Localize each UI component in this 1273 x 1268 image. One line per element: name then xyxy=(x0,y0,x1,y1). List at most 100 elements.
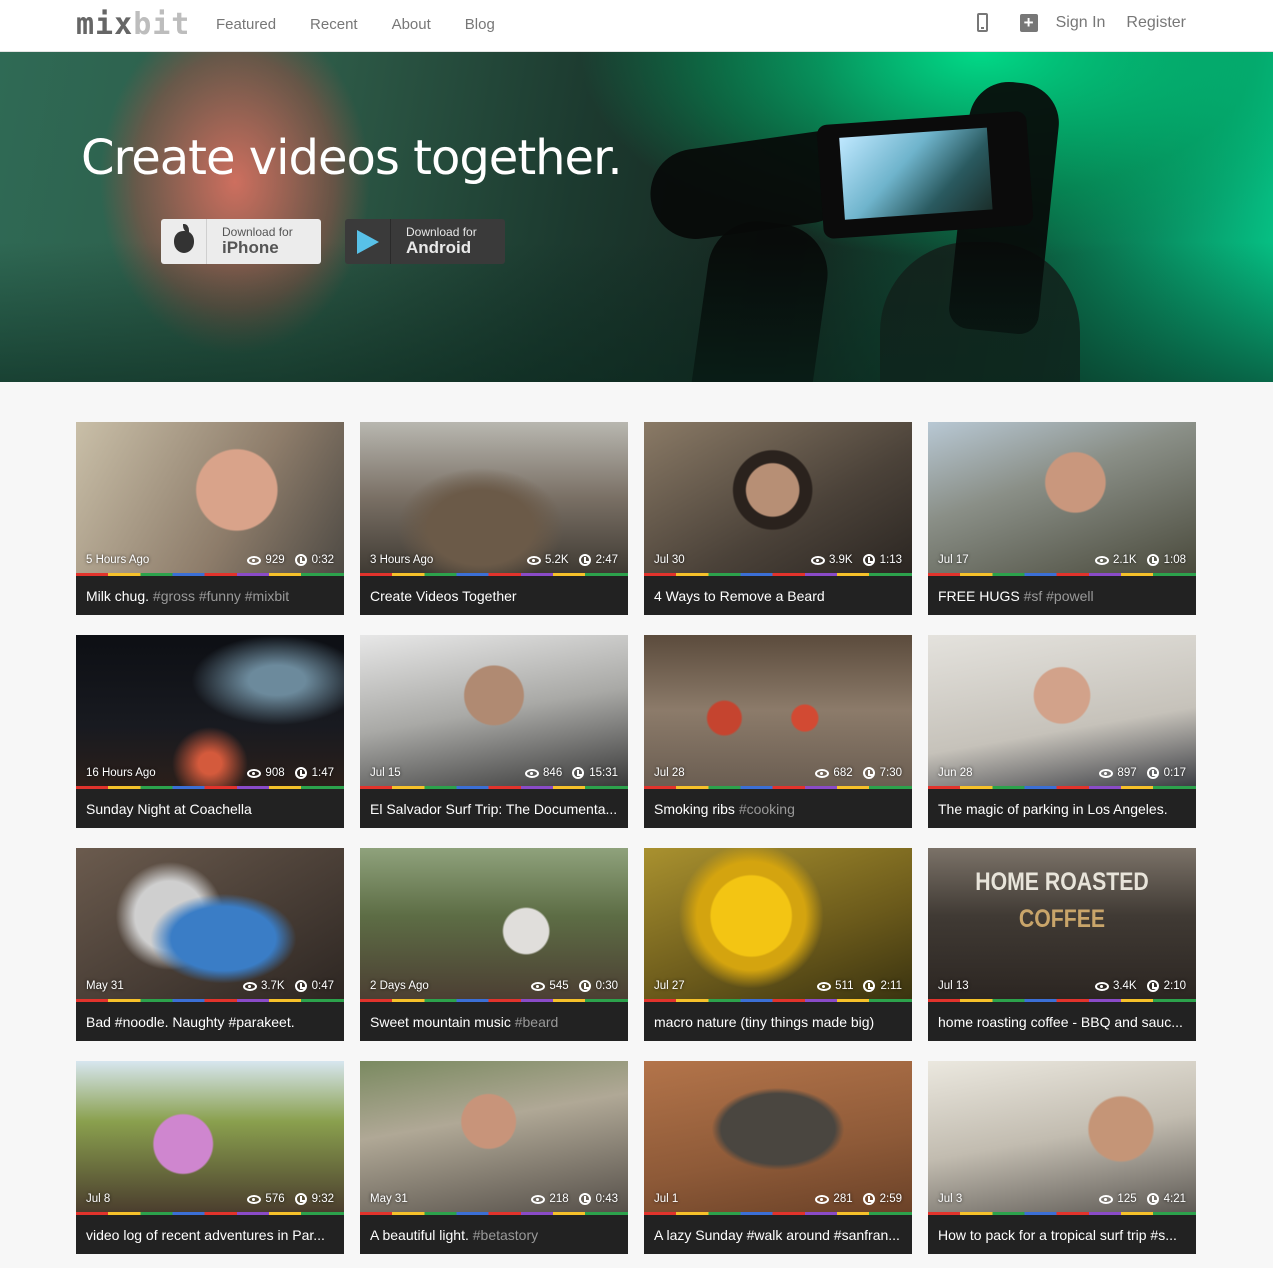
video-thumbnail[interactable]: May 31 218 0:43 xyxy=(360,1061,628,1212)
clock-icon xyxy=(862,1193,875,1205)
video-views: 897 xyxy=(1117,767,1137,779)
video-card[interactable]: Jul 27 511 2:11 macro nature (tiny things m… xyxy=(644,848,912,1041)
video-title[interactable]: Smoking ribs #cooking xyxy=(644,789,912,828)
video-thumbnail[interactable]: 3 Hours Ago 5.2K 2:47 xyxy=(360,422,628,573)
video-card[interactable]: Jul 1 281 2:59 A lazy Sunday #walk around #… xyxy=(644,1061,912,1254)
video-card[interactable]: 3 Hours Ago 5.2K 2:47 Create Videos Togethe… xyxy=(360,422,628,615)
clock-icon xyxy=(578,1193,591,1205)
video-card[interactable]: Jul 17 2.1K 1:08 FREE HUGS #sf #powell xyxy=(928,422,1196,615)
download-android-button[interactable]: Download for Android xyxy=(345,219,505,264)
video-thumbnail[interactable]: HOME ROASTED COFFEE Jul 13 3.4K 2:10 xyxy=(928,848,1196,999)
hero-banner: Create videos together. Download for iPh… xyxy=(0,52,1273,382)
video-title[interactable]: Milk chug. #gross #funny #mixbit xyxy=(76,576,344,615)
nav-about[interactable]: About xyxy=(392,16,431,33)
video-card[interactable]: Jul 15 846 15:31 El Salvador Surf Trip: The… xyxy=(360,635,628,828)
register-link[interactable]: Register xyxy=(1126,14,1186,32)
video-meta: 16 Hours Ago 908 1:47 xyxy=(86,767,334,779)
video-title[interactable]: home roasting coffee - BBQ and sauc... xyxy=(928,1002,1196,1041)
nav-featured[interactable]: Featured xyxy=(216,16,276,33)
video-meta: Jul 1 281 2:59 xyxy=(654,1193,902,1205)
mobile-phone-icon[interactable] xyxy=(976,13,988,32)
video-card[interactable]: 5 Hours Ago 929 0:32 Milk chug. #gross #fun… xyxy=(76,422,344,615)
video-title[interactable]: macro nature (tiny things made big) xyxy=(644,1002,912,1041)
video-thumbnail[interactable]: 5 Hours Ago 929 0:32 xyxy=(76,422,344,573)
video-card[interactable]: Jul 8 576 9:32 video log of recent adventur… xyxy=(76,1061,344,1254)
video-duration: 2:47 xyxy=(595,554,618,566)
sign-in-link[interactable]: Sign In xyxy=(1056,14,1106,32)
video-views: 218 xyxy=(549,1193,569,1205)
video-card[interactable]: Jul 30 3.9K 1:13 4 Ways to Remove a Beard xyxy=(644,422,912,615)
video-title[interactable]: Sweet mountain music #beard xyxy=(360,1002,628,1041)
video-title-text: Sunday Night at Coachella xyxy=(86,800,252,817)
video-card[interactable]: Jul 3 125 4:21 How to pack for a tropical s… xyxy=(928,1061,1196,1254)
clock-icon xyxy=(1146,767,1159,779)
video-date: May 31 xyxy=(86,980,124,992)
video-tags: #betastory xyxy=(472,1226,539,1243)
video-card[interactable]: 2 Days Ago 545 0:30 Sweet mountain music #b… xyxy=(360,848,628,1041)
video-title-text: home roasting coffee - BBQ and sauc... xyxy=(938,1013,1183,1030)
video-title[interactable]: video log of recent adventures in Par... xyxy=(76,1215,344,1254)
video-meta: Jun 28 897 0:17 xyxy=(938,767,1186,779)
video-duration: 1:08 xyxy=(1163,554,1186,566)
video-thumbnail[interactable]: Jul 30 3.9K 1:13 xyxy=(644,422,912,573)
video-duration: 0:30 xyxy=(595,980,618,992)
video-duration: 2:59 xyxy=(879,1193,902,1205)
eye-icon xyxy=(817,981,832,991)
video-thumbnail[interactable]: Jul 28 682 7:30 xyxy=(644,635,912,786)
video-duration: 9:32 xyxy=(311,1193,334,1205)
clock-icon xyxy=(862,767,875,779)
clock-icon xyxy=(1146,980,1159,992)
video-title-text: The magic of parking in Los Angeles. xyxy=(938,800,1168,817)
video-thumbnail[interactable]: 2 Days Ago 545 0:30 xyxy=(360,848,628,999)
video-title[interactable]: FREE HUGS #sf #powell xyxy=(928,576,1196,615)
video-meta: 5 Hours Ago 929 0:32 xyxy=(86,554,334,566)
video-thumbnail[interactable]: Jul 3 125 4:21 xyxy=(928,1061,1196,1212)
video-card[interactable]: Jun 28 897 0:17 The magic of parking in Los… xyxy=(928,635,1196,828)
video-title[interactable]: How to pack for a tropical surf trip #s.… xyxy=(928,1215,1196,1254)
video-title[interactable]: A beautiful light. #betastory xyxy=(360,1215,628,1254)
video-card[interactable]: 16 Hours Ago 908 1:47 Sunday Night at Coach… xyxy=(76,635,344,828)
video-title[interactable]: The magic of parking in Los Angeles. xyxy=(928,789,1196,828)
video-meta: Jul 3 125 4:21 xyxy=(938,1193,1186,1205)
video-card[interactable]: May 31 218 0:43 A beautiful light. #betasto… xyxy=(360,1061,628,1254)
eye-icon xyxy=(1094,981,1109,991)
video-title[interactable]: Sunday Night at Coachella xyxy=(76,789,344,828)
mixbit-logo[interactable]: mix bit xyxy=(76,10,190,40)
video-title[interactable]: El Salvador Surf Trip: The Documenta... xyxy=(360,789,628,828)
video-grid: 5 Hours Ago 929 0:32 Milk chug. #gross #fun… xyxy=(76,422,1196,1254)
plus-square-icon[interactable]: + xyxy=(1019,13,1038,32)
video-card[interactable]: May 31 3.7K 0:47 Bad #noodle. Naughty #para… xyxy=(76,848,344,1041)
video-views: 3.7K xyxy=(260,980,285,992)
download-iphone-button[interactable]: Download for iPhone xyxy=(161,219,321,264)
eye-icon xyxy=(815,1194,830,1204)
video-views: 3.9K xyxy=(828,554,853,566)
video-thumbnail[interactable]: Jul 8 576 9:32 xyxy=(76,1061,344,1212)
nav-recent[interactable]: Recent xyxy=(310,16,358,33)
video-card[interactable]: HOME ROASTED COFFEE Jul 13 3.4K 2:10 home roa… xyxy=(928,848,1196,1041)
video-thumbnail[interactable]: Jul 17 2.1K 1:08 xyxy=(928,422,1196,573)
video-tags: #sf #powell xyxy=(1023,587,1094,604)
clock-icon xyxy=(1146,554,1159,566)
video-title-text: El Salvador Surf Trip: The Documenta... xyxy=(370,800,618,817)
video-title[interactable]: Bad #noodle. Naughty #parakeet. xyxy=(76,1002,344,1041)
video-duration: 2:10 xyxy=(1163,980,1186,992)
nav-blog[interactable]: Blog xyxy=(465,16,495,33)
hero-headline: Create videos together. xyxy=(81,130,623,186)
eye-icon xyxy=(1094,555,1109,565)
clock-icon xyxy=(294,554,307,566)
video-thumbnail[interactable]: Jul 27 511 2:11 xyxy=(644,848,912,999)
video-card[interactable]: Jul 28 682 7:30 Smoking ribs #cooking xyxy=(644,635,912,828)
video-thumbnail[interactable]: Jul 15 846 15:31 xyxy=(360,635,628,786)
video-thumbnail[interactable]: Jun 28 897 0:17 xyxy=(928,635,1196,786)
video-thumbnail[interactable]: 16 Hours Ago 908 1:47 xyxy=(76,635,344,786)
video-thumbnail[interactable]: Jul 1 281 2:59 xyxy=(644,1061,912,1212)
video-title-text: 4 Ways to Remove a Beard xyxy=(654,587,825,604)
video-title[interactable]: 4 Ways to Remove a Beard xyxy=(644,576,912,615)
video-title[interactable]: Create Videos Together xyxy=(360,576,628,615)
video-title[interactable]: A lazy Sunday #walk around #sanfran... xyxy=(644,1215,912,1254)
hero-hand-left xyxy=(644,129,846,245)
video-thumbnail[interactable]: May 31 3.7K 0:47 xyxy=(76,848,344,999)
top-navbar: mix bit Featured Recent About Blog + Sign… xyxy=(0,0,1273,52)
video-views: 545 xyxy=(549,980,569,992)
google-play-icon xyxy=(356,229,379,254)
